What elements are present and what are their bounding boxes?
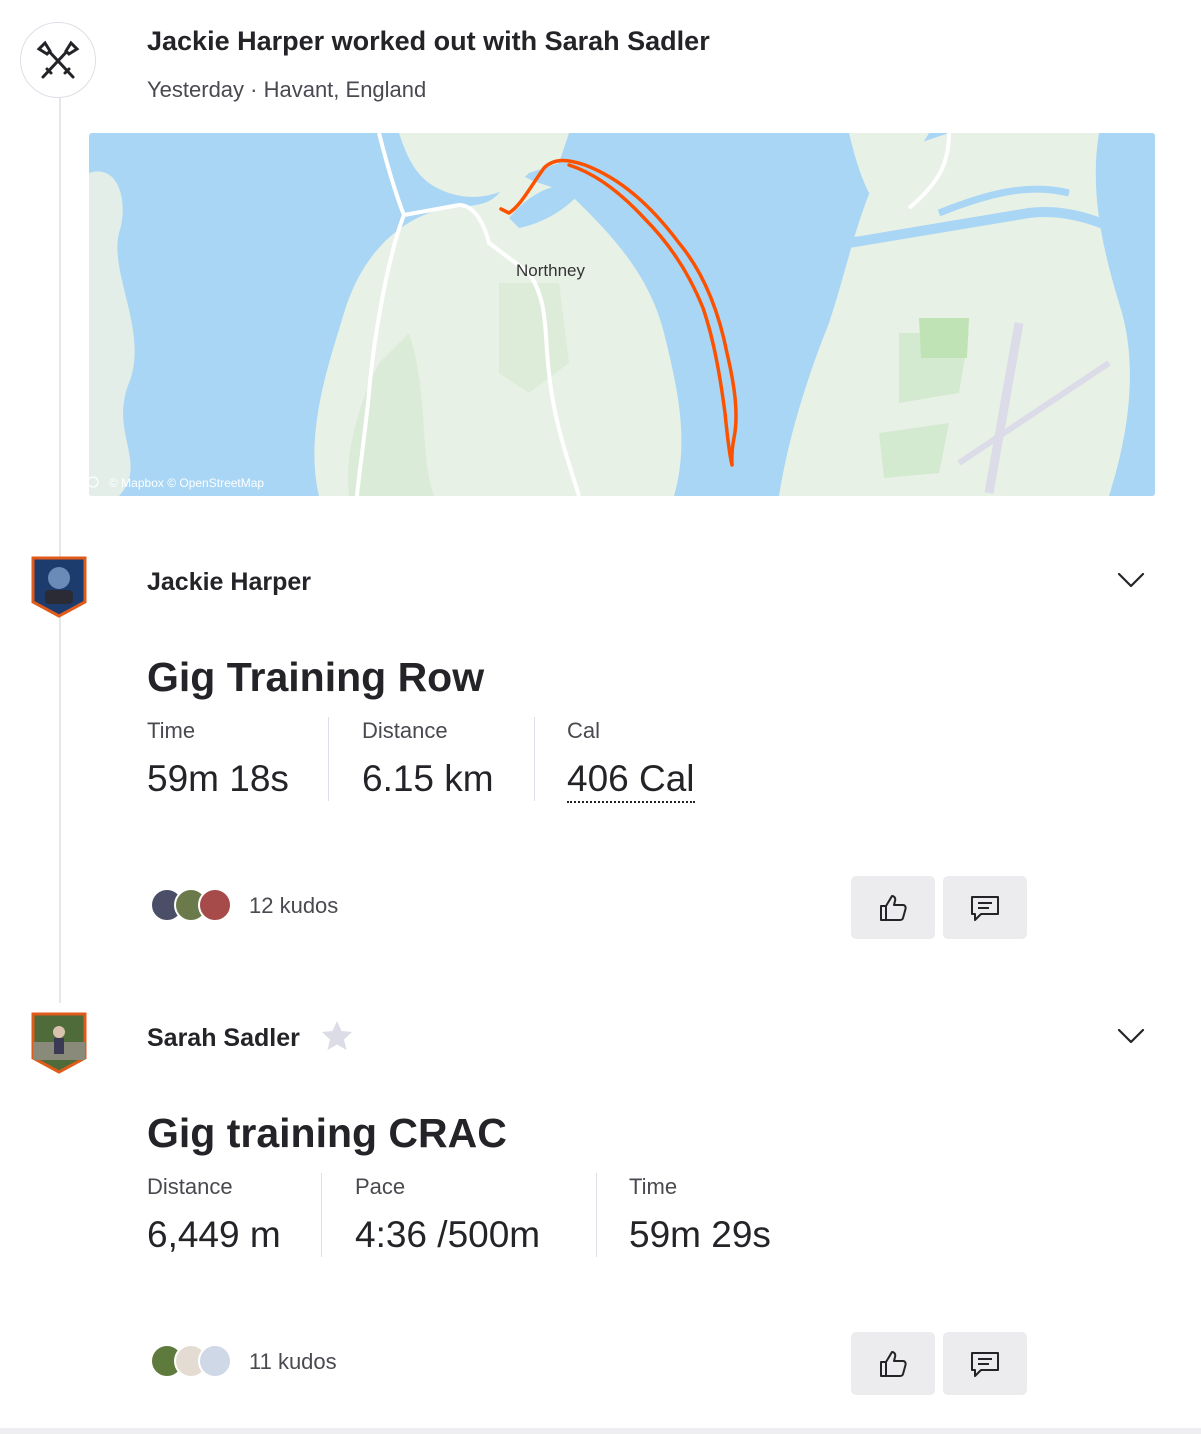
- kudos-avatars[interactable]: [150, 1344, 250, 1380]
- kudos-button[interactable]: [851, 1332, 935, 1395]
- avatar[interactable]: [31, 1012, 87, 1074]
- stat-label: Pace: [355, 1174, 406, 1199]
- stat-divider: [534, 717, 535, 801]
- kudos-avatars[interactable]: [150, 888, 250, 924]
- timeline-connector: [59, 98, 61, 1003]
- crossed-oars-icon: [36, 40, 80, 79]
- stat-distance: Distance 6,449 m: [147, 1174, 281, 1256]
- stat-value: 6,449 m: [147, 1214, 281, 1255]
- comment-icon: [971, 1351, 999, 1377]
- comment-button[interactable]: [943, 1332, 1027, 1395]
- stat-value: 59m 18s: [147, 758, 289, 799]
- comment-icon: [971, 895, 999, 921]
- activity-title[interactable]: Gig Training Row: [147, 654, 484, 701]
- stat-calories[interactable]: Cal 406 Cal: [567, 718, 695, 803]
- kudos-button[interactable]: [851, 876, 935, 939]
- stat-value: 6.15 km: [362, 758, 494, 799]
- avatar[interactable]: [198, 1344, 232, 1378]
- map-place-label: Northney: [516, 261, 585, 280]
- stat-value: 59m 29s: [629, 1214, 771, 1255]
- kudos-count[interactable]: 11 kudos: [249, 1349, 337, 1375]
- star-icon: [322, 1021, 352, 1050]
- stat-label: Distance: [362, 718, 448, 743]
- chevron-down-icon[interactable]: [1117, 1027, 1145, 1045]
- chevron-down-icon[interactable]: [1117, 571, 1145, 589]
- group-activity-title[interactable]: Jackie Harper worked out with Sarah Sadl…: [147, 26, 710, 57]
- avatar[interactable]: [31, 556, 87, 618]
- stat-pace: Pace 4:36 /500m: [355, 1174, 540, 1256]
- stat-time: Time 59m 29s: [629, 1174, 771, 1256]
- stat-value[interactable]: 406 Cal: [567, 758, 695, 803]
- stat-label: Time: [147, 718, 196, 743]
- stat-label: Cal: [567, 718, 601, 743]
- stat-divider: [596, 1173, 597, 1257]
- group-activity-meta: Yesterday · Havant, England: [147, 77, 427, 102]
- map-attribution[interactable]: © Mapbox © OpenStreetMap: [109, 476, 264, 490]
- kudos-count[interactable]: 12 kudos: [249, 893, 338, 919]
- athlete-name[interactable]: Jackie Harper: [147, 568, 311, 597]
- athlete-name[interactable]: Sarah Sadler: [147, 1024, 300, 1053]
- comment-button[interactable]: [943, 876, 1027, 939]
- stat-distance: Distance 6.15 km: [362, 718, 494, 800]
- thumbs-up-icon: [880, 1350, 907, 1377]
- stat-label: Distance: [147, 1174, 233, 1199]
- activity-title[interactable]: Gig training CRAC: [147, 1110, 507, 1157]
- stat-divider: [321, 1173, 322, 1257]
- stat-label: Time: [629, 1174, 678, 1199]
- stat-divider: [328, 717, 329, 801]
- feed-separator: [0, 1428, 1201, 1434]
- route-map[interactable]: Northney © Mapbox © OpenStreetMap: [89, 133, 1155, 496]
- group-activity-icon: [20, 22, 96, 98]
- stat-value: 4:36 /500m: [355, 1214, 541, 1255]
- stat-time: Time 59m 18s: [147, 718, 289, 800]
- thumbs-up-icon: [880, 894, 907, 921]
- avatar[interactable]: [198, 888, 232, 922]
